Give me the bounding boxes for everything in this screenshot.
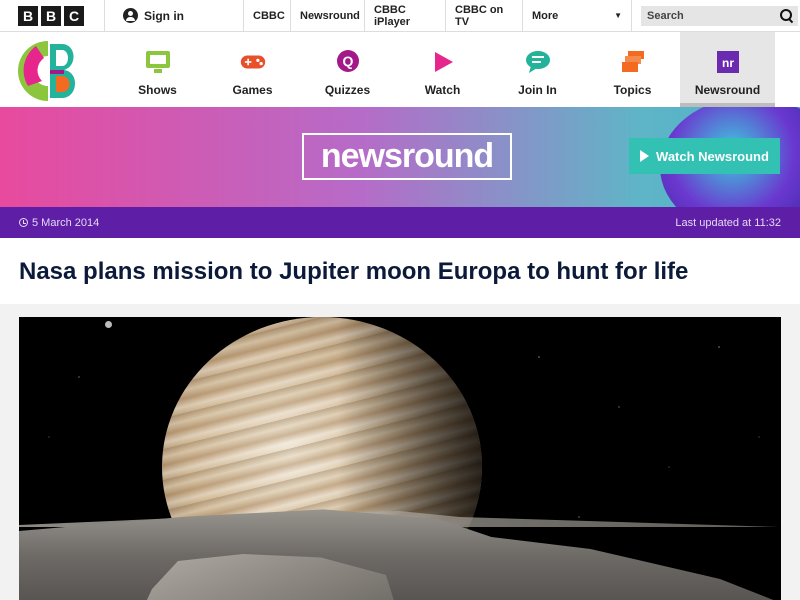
link-cbbc-iplayer[interactable]: CBBC iPlayer (364, 0, 445, 32)
link-cbbc[interactable]: CBBC (243, 0, 290, 32)
play-icon (430, 49, 456, 75)
search-box[interactable]: Search (641, 5, 798, 26)
caret-down-icon: ▼ (614, 11, 622, 20)
bbc-top-bar: B B C Sign in CBBC Newsround CBBC iPlaye… (0, 0, 800, 32)
nav-label: Quizzes (324, 83, 371, 97)
nav-games[interactable]: Games (205, 32, 300, 107)
newsround-banner: newsround Watch Newsround (0, 107, 800, 207)
bbc-links: CBBC Newsround CBBC iPlayer CBBC on TV M… (243, 0, 632, 32)
tv-icon (145, 49, 171, 75)
nav-label: Topics (613, 83, 652, 97)
divider (104, 0, 105, 32)
headline-area: Nasa plans mission to Jupiter moon Europ… (0, 238, 800, 304)
search-placeholder: Search (647, 9, 684, 22)
article-headline: Nasa plans mission to Jupiter moon Europ… (19, 258, 689, 285)
nav-label: Watch (424, 83, 461, 97)
svg-text:Q: Q (342, 53, 353, 69)
more-menu[interactable]: More ▼ (522, 0, 632, 32)
link-cbbc-on-tv[interactable]: CBBC on TV (445, 0, 522, 32)
search-icon[interactable] (780, 8, 794, 23)
chat-icon (525, 49, 551, 75)
cbbc-logo[interactable] (0, 32, 110, 107)
small-moon (105, 321, 112, 328)
more-label: More (532, 9, 559, 22)
nav-shows[interactable]: Shows (110, 32, 205, 107)
newsround-icon: nr (715, 49, 741, 75)
quiz-icon: Q (335, 49, 361, 75)
cbbc-nav: Shows Games Q Quizzes Watch Join In Topi… (0, 32, 800, 107)
article-image (19, 317, 781, 600)
nav-label: Join In (518, 83, 557, 97)
gamepad-icon (240, 49, 266, 75)
date-text: 5 March 2014 (32, 216, 100, 229)
watch-button-label: Watch Newsround (656, 148, 769, 164)
last-updated: Last updated at 11:32 (675, 216, 781, 229)
nav-quizzes[interactable]: Q Quizzes (300, 32, 395, 107)
play-icon (640, 150, 650, 162)
sign-in-label: Sign in (144, 8, 184, 23)
newsround-logo[interactable]: newsround (302, 133, 512, 180)
bbc-logo-letter: B (41, 5, 61, 26)
link-newsround[interactable]: Newsround (290, 0, 364, 32)
svg-text:nr: nr (722, 56, 734, 70)
nav-label: Shows (138, 83, 177, 97)
nav-topics[interactable]: Topics (585, 32, 680, 107)
sign-in-link[interactable]: Sign in (123, 0, 243, 32)
nav-label: Newsround (694, 83, 761, 97)
nav-join-in[interactable]: Join In (490, 32, 585, 107)
date-bar: 5 March 2014 Last updated at 11:32 (0, 207, 800, 238)
nav-label: Games (232, 83, 273, 97)
bbc-logo-letter: C (64, 5, 84, 26)
published-date: 5 March 2014 (19, 217, 99, 229)
watch-newsround-button[interactable]: Watch Newsround (629, 138, 780, 174)
nav-watch[interactable]: Watch (395, 32, 490, 107)
nav-newsround[interactable]: nr Newsround (680, 32, 775, 107)
clock-icon (19, 218, 28, 227)
user-icon (123, 8, 138, 23)
stack-icon (620, 49, 646, 75)
bbc-logo[interactable]: B B C (18, 5, 84, 26)
bbc-logo-letter: B (18, 5, 38, 26)
cbbc-logo-icon (18, 41, 76, 101)
